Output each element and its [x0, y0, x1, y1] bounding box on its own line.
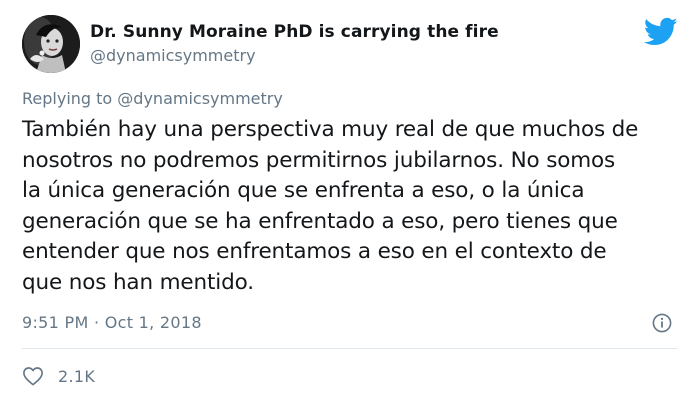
- heart-icon: [22, 366, 44, 386]
- author-display-name[interactable]: Dr. Sunny Moraine PhD is carrying the fi…: [90, 22, 499, 42]
- tweet-text-line: entender que nos enfrentamos a eso en el…: [22, 239, 607, 264]
- divider: [22, 348, 678, 349]
- tweet-text-line: generación que se ha enfrentado a eso, p…: [22, 208, 618, 234]
- tweet-card: Dr. Sunny Moraine PhD is carrying the fi…: [0, 0, 700, 402]
- avatar-portrait: [22, 15, 80, 73]
- tweet-text-line: También hay una perspectiva muy real de …: [22, 117, 639, 142]
- author-handle[interactable]: @dynamicsymmetry: [90, 46, 256, 65]
- twitter-bird-icon[interactable]: [643, 17, 678, 47]
- info-icon[interactable]: [652, 313, 672, 333]
- like-button[interactable]: 2.1K: [22, 365, 95, 387]
- like-count: 2.1K: [58, 366, 96, 386]
- replying-to-prefix: Replying to: [22, 89, 113, 108]
- replying-to-mention[interactable]: @dynamicsymmetry: [117, 89, 283, 108]
- tweet-text-line: que nos han mentido.: [22, 269, 254, 295]
- avatar[interactable]: [22, 15, 80, 73]
- tweet-text-line: la única generación que se enfrenta a es…: [22, 178, 585, 203]
- tweet-text-line: nosotros no podremos permitirnos jubilar…: [22, 147, 616, 173]
- tweet-timestamp[interactable]: 9:51 PM · Oct 1, 2018: [22, 313, 202, 332]
- tweet-text: También hay una perspectiva muy real de …: [22, 115, 682, 298]
- replying-to: Replying to @dynamicsymmetry: [22, 89, 283, 108]
